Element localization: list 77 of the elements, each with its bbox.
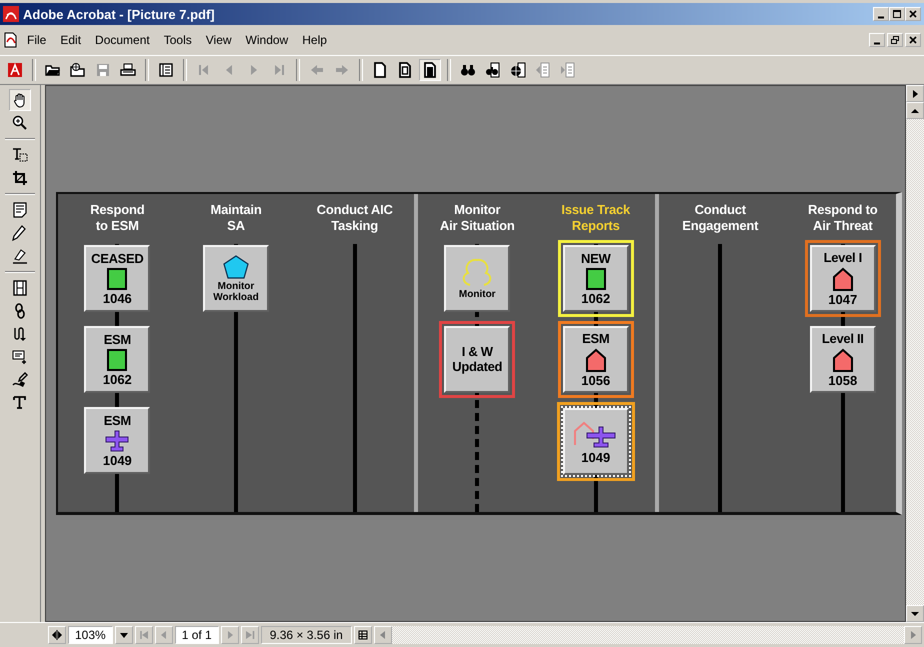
menu-item[interactable]: Window [240,32,294,48]
menu-item[interactable]: Tools [158,32,198,48]
column-heading: Issue Track Reports [561,202,630,235]
page-layout-button[interactable] [354,626,372,644]
scroll-up-arrow-icon [911,106,919,114]
scroll-right-icon [908,630,918,640]
card-label: NEW [581,252,610,266]
minimize-icon [874,41,880,45]
column-heading: Monitor Air Situation [440,202,515,235]
pentagon-icon [223,254,249,278]
track-number: 1046 [102,292,132,306]
track-number: 1056 [581,374,610,388]
card-label: ESM [582,332,610,346]
menu-item[interactable]: File [21,32,52,48]
card-label: CEASED [91,252,144,266]
minimize-icon [878,15,884,19]
menu-item[interactable]: Help [296,32,333,48]
minimize-button[interactable] [873,7,889,21]
column-heading: Respond to ESM [90,202,144,235]
scroll-up-button[interactable] [906,102,924,119]
track-number: 1058 [828,374,858,388]
square-icon [584,268,608,290]
card-caption: Monitor Workload [213,280,259,302]
restore-button[interactable] [887,33,903,47]
square-icon [105,349,130,372]
close-button[interactable] [905,33,921,47]
zoom-field[interactable]: 103% [68,626,113,644]
dropdown-icon [118,630,129,640]
scroll-down-button[interactable] [906,605,924,622]
menu-item[interactable]: Edit [54,32,88,48]
column-heading: Respond to Air Threat [808,202,878,235]
card-label: Level II [822,332,864,346]
page-size-readout: 9.36 × 3.56 in [260,626,352,644]
document-icon[interactable] [3,32,19,48]
card-caption: Monitor [458,289,496,300]
card-label: ESM [104,414,131,428]
maximize-icon [892,9,902,19]
triangle-icon [911,90,919,98]
card-label: I & W Updated [452,345,502,374]
square-icon [105,268,130,290]
page-layout-icon [358,630,368,640]
restore-icon [890,35,900,45]
split-arrows-button[interactable] [48,626,66,644]
maximize-button[interactable] [889,7,905,21]
house-icon [830,267,855,292]
close-icon [908,35,918,45]
scroll-left-icon [378,630,388,640]
card-label: Level I [824,250,862,266]
last-page-icon [244,630,255,640]
column-heading: Maintain SA [210,202,262,235]
window-title: Adobe Acrobat - [Picture 7.pdf] [23,6,216,22]
track-number: 1047 [828,293,858,306]
close-icon [908,9,918,19]
track-number: 1049 [581,451,610,464]
menu-item[interactable]: View [200,32,238,48]
minimize-button[interactable] [869,33,885,47]
menu-item[interactable]: Document [89,32,156,48]
track-number: 1062 [581,292,610,306]
track-number: 1062 [102,373,132,386]
card-label: ESM [104,332,131,348]
page-number-field[interactable]: 1 of 1 [174,626,219,644]
hand-icon[interactable] [9,89,31,111]
close-button[interactable] [905,7,921,21]
pane-toggle-button[interactable] [906,85,924,102]
dropdown-button[interactable] [114,626,133,644]
house-icon [584,348,608,372]
column-heading: Conduct AIC Tasking [316,202,393,235]
split-arrows-icon [52,630,62,640]
track-number: 1049 [102,454,132,468]
fit-width-icon[interactable] [419,59,441,81]
scroll-down-arrow-icon [911,610,919,618]
app-logo [3,6,19,22]
house-icon [830,348,855,372]
previous-page-icon [158,630,169,640]
plane-icon [105,430,130,452]
column-heading: Conduct Engagement [682,202,758,235]
first-page-icon [138,630,149,640]
